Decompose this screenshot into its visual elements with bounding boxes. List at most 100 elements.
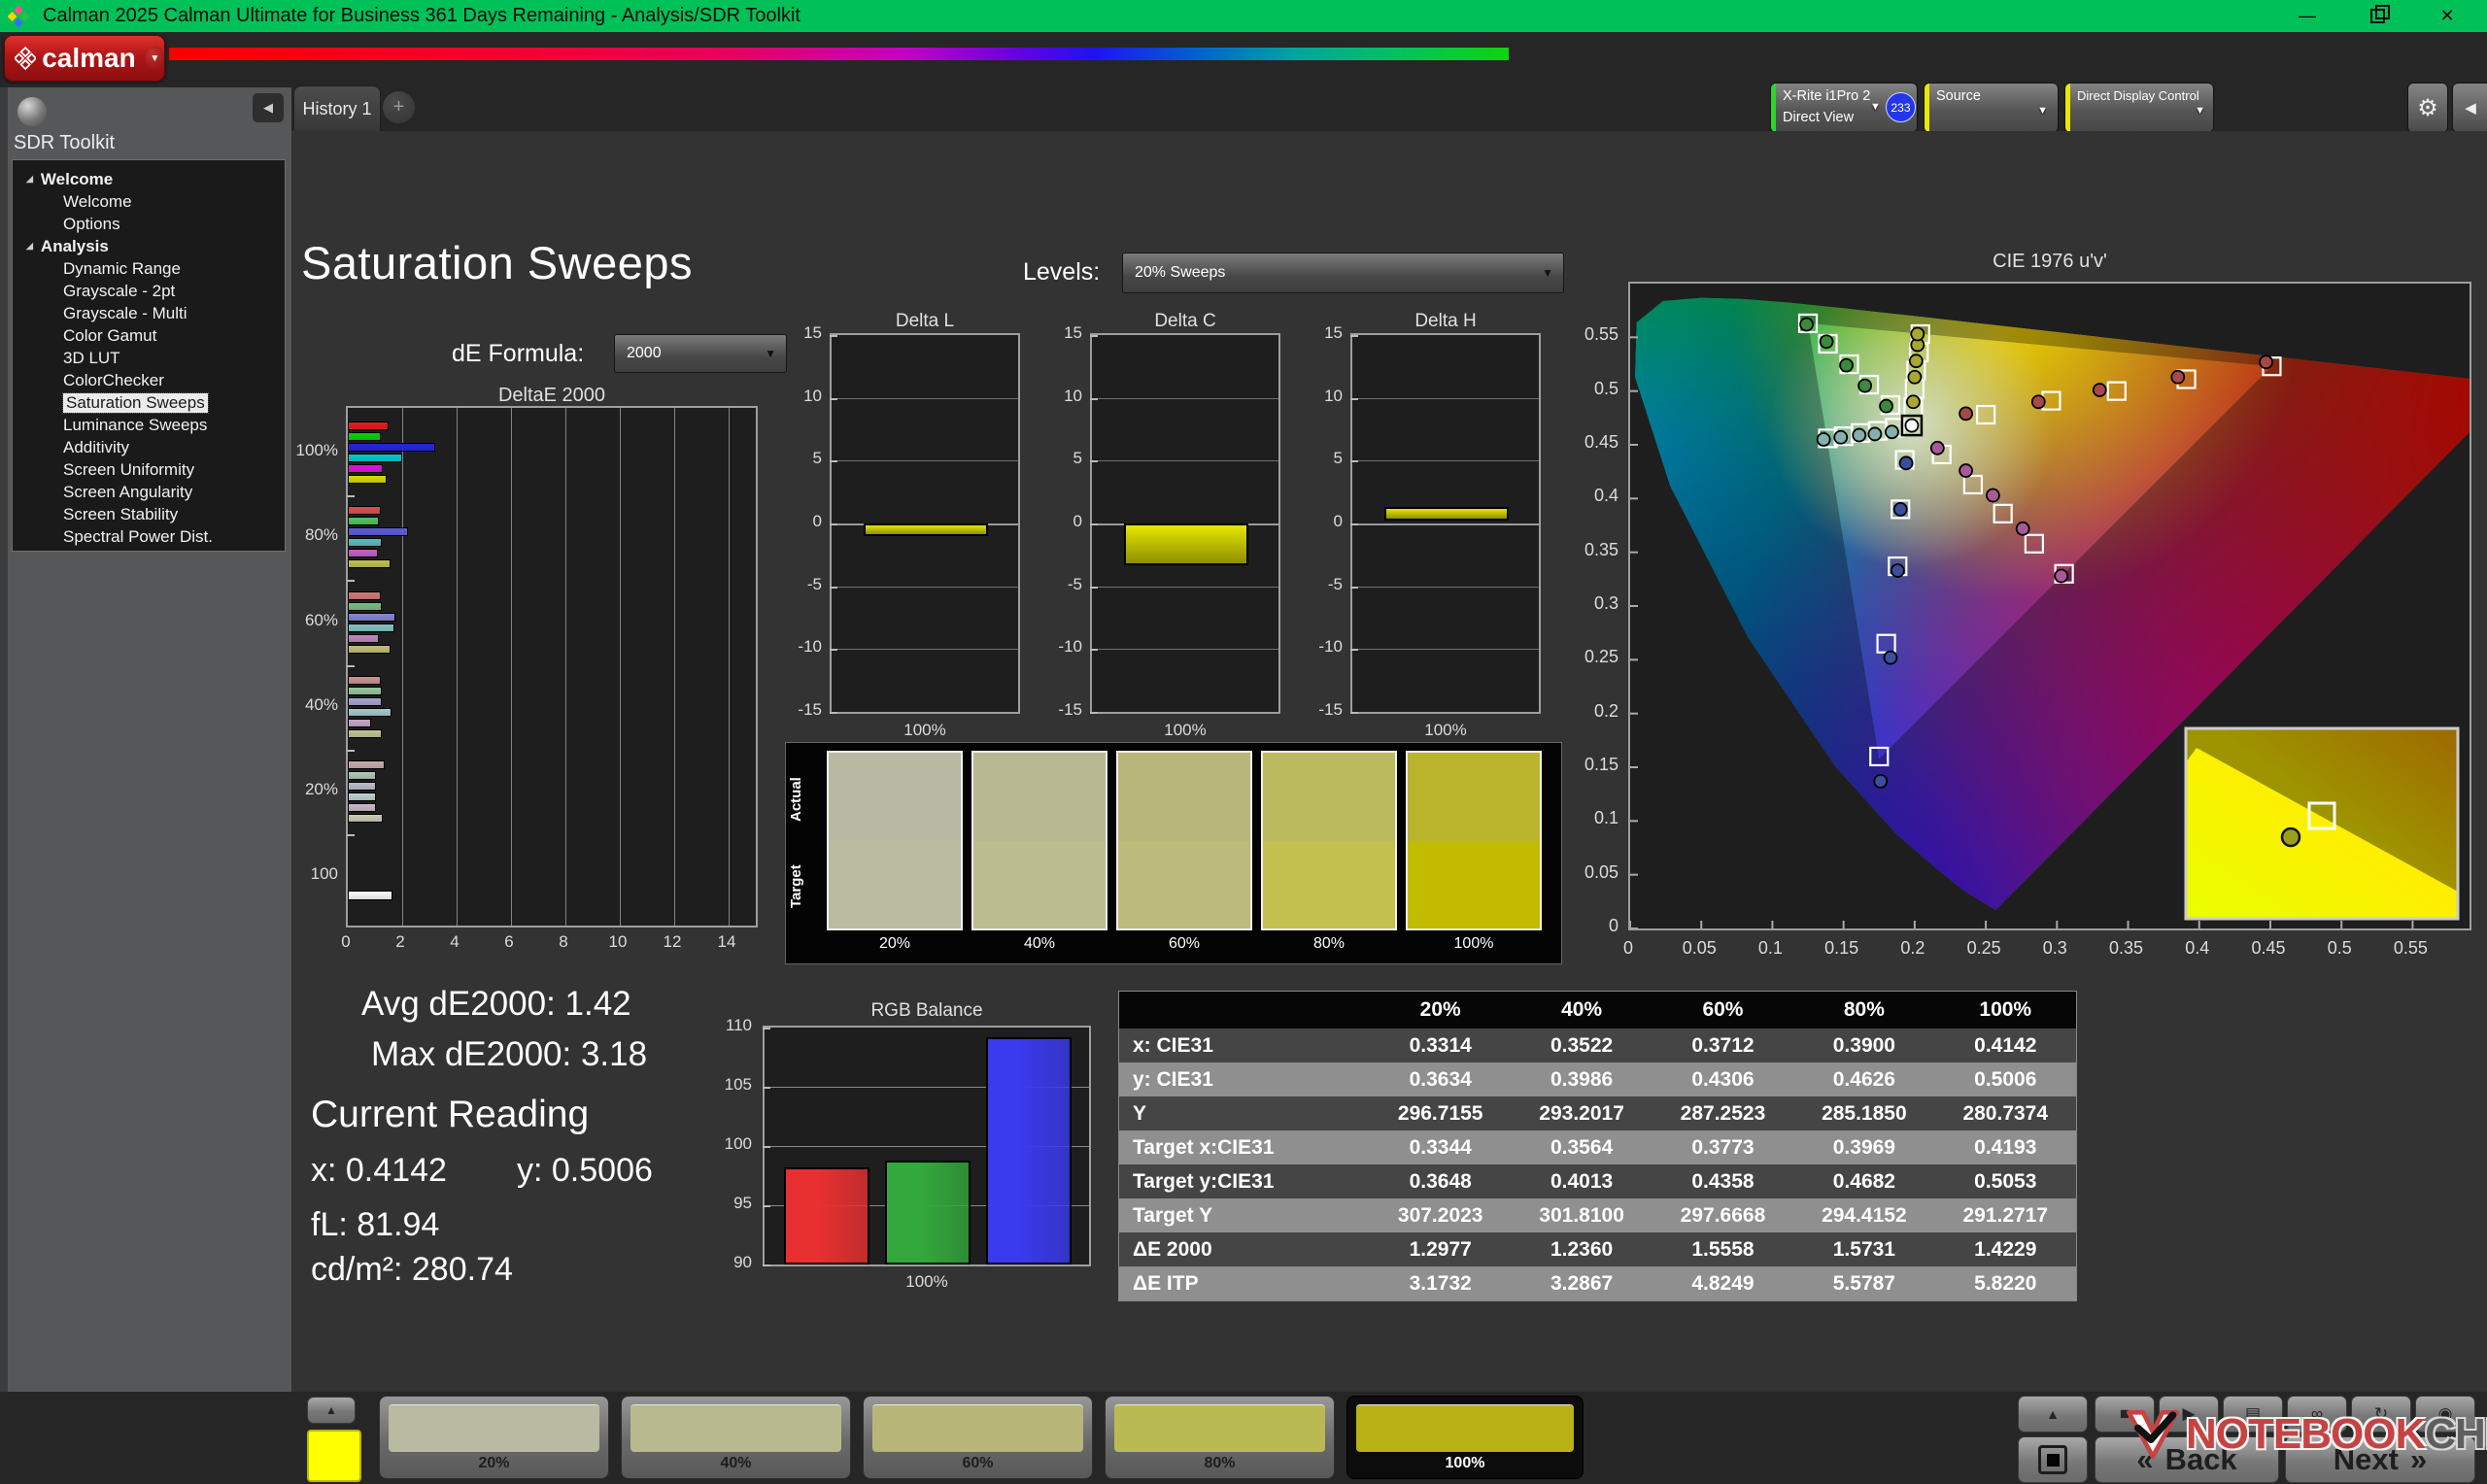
rgb-balance-title: RGB Balance bbox=[870, 1000, 983, 1021]
gridline bbox=[832, 649, 1018, 651]
calman-menu-button[interactable]: calman ▼ bbox=[4, 35, 165, 82]
x-category-label: 100% bbox=[903, 721, 946, 739]
window-title: Calman 2025 Calman Ultimate for Business… bbox=[43, 5, 801, 26]
table-cell: 3.1732 bbox=[1409, 1271, 1472, 1295]
tree-item-options[interactable]: Options bbox=[13, 213, 285, 235]
table-cell: 291.2717 bbox=[1962, 1203, 2049, 1227]
table-header-cell: 40% bbox=[1561, 998, 1603, 1021]
table-cell: 5.5787 bbox=[1832, 1271, 1895, 1295]
cie-x-tick: 0.3 bbox=[2042, 938, 2067, 958]
patch-button-80%[interactable]: 80% bbox=[1105, 1396, 1335, 1479]
current-reading-label: Current Reading bbox=[311, 1094, 590, 1135]
tab-history-1[interactable]: History 1 bbox=[293, 85, 381, 132]
meter-up-button[interactable]: ▲ bbox=[2018, 1396, 2088, 1433]
bar-yellow bbox=[348, 814, 384, 823]
tree-item-dynamic-range[interactable]: Dynamic Range bbox=[13, 257, 285, 280]
tree-item-luminance-sweeps[interactable]: Luminance Sweeps bbox=[13, 414, 285, 436]
axis-tick bbox=[1090, 397, 1098, 400]
patch-button-40%[interactable]: 40% bbox=[621, 1396, 851, 1479]
table-cell: 3.2867 bbox=[1550, 1271, 1614, 1295]
cie-chart-title: CIE 1976 u'v' bbox=[1993, 251, 2107, 272]
levels-dropdown[interactable]: 20% Sweeps ▼ bbox=[1122, 253, 1564, 293]
tree-item-colorchecker[interactable]: ColorChecker bbox=[13, 369, 285, 391]
calman-diamond-icon bbox=[15, 46, 37, 71]
tree-item-welcome[interactable]: Welcome bbox=[13, 190, 285, 213]
axis-tick bbox=[763, 1205, 770, 1207]
tree-item-screen-uniformity[interactable]: Screen Uniformity bbox=[13, 458, 285, 481]
tree-item-screen-angularity[interactable]: Screen Angularity bbox=[13, 481, 285, 503]
refresh-button[interactable]: ↻ bbox=[2351, 1396, 2411, 1433]
tree-expander-icon[interactable]: ◢ bbox=[26, 174, 33, 185]
bar-yellow bbox=[348, 645, 391, 654]
rgb-bar-green bbox=[885, 1160, 971, 1265]
table-row-label: ΔE 2000 bbox=[1133, 1237, 1212, 1261]
tree-item-color-gamut[interactable]: Color Gamut bbox=[13, 324, 285, 347]
display-control-dropdown[interactable]: Direct Display Control ▼ bbox=[2064, 83, 2214, 133]
table-cell: 307.2023 bbox=[1397, 1203, 1483, 1227]
reading-fl: fL: 81.94 bbox=[311, 1206, 440, 1243]
bar-blue bbox=[348, 527, 408, 536]
tree-item-3d-lut[interactable]: 3D LUT bbox=[13, 347, 285, 369]
gridline bbox=[1092, 649, 1278, 651]
stop-button[interactable]: ■ bbox=[2095, 1396, 2155, 1433]
group-label: 100 bbox=[310, 864, 338, 883]
tree-item-spectral-power-dist-[interactable]: Spectral Power Dist. bbox=[13, 525, 285, 548]
add-tab-button[interactable]: + bbox=[383, 91, 415, 123]
settings-button[interactable]: ⚙ bbox=[2407, 83, 2448, 133]
close-button[interactable]: ✕ bbox=[2425, 0, 2470, 32]
sphere-button[interactable] bbox=[17, 97, 47, 126]
minimize-button[interactable]: — bbox=[2285, 0, 2330, 32]
meter-line1: X-Rite i1Pro 2 bbox=[1783, 88, 1871, 104]
back-button[interactable]: « Back bbox=[2095, 1436, 2279, 1483]
tree-item-grayscale-multi[interactable]: Grayscale - Multi bbox=[13, 302, 285, 324]
tree-item-saturation-sweeps[interactable]: Saturation Sweeps bbox=[13, 391, 285, 414]
y-tick-label: -5 bbox=[806, 574, 822, 593]
table-row-label: Target Y bbox=[1133, 1203, 1213, 1227]
axis-tick bbox=[830, 586, 837, 589]
continuous-button[interactable]: ∞ bbox=[2287, 1396, 2347, 1433]
table-cell: 293.2017 bbox=[1539, 1101, 1624, 1125]
rgb-bar-red bbox=[784, 1166, 869, 1265]
stop-icon bbox=[2038, 1445, 2067, 1474]
patch-button-20%[interactable]: 20% bbox=[379, 1396, 609, 1479]
rgb-x-label: 100% bbox=[905, 1272, 948, 1291]
de-formula-value: 2000 bbox=[627, 345, 662, 361]
restore-button[interactable] bbox=[2355, 0, 2400, 32]
tree-item-analysis[interactable]: ◢ Analysis bbox=[13, 235, 285, 257]
table-row: Target Y 307.2023 301.8100 297.6668 294.4152… bbox=[1119, 1198, 2076, 1232]
tree-item-additivity[interactable]: Additivity bbox=[13, 436, 285, 458]
panel-collapse-button[interactable]: ◀ bbox=[2452, 83, 2487, 133]
meter-status-stripe bbox=[1771, 84, 1776, 132]
meter-dropdown[interactable]: X-Rite i1Pro 2 Direct View ▼ 233 bbox=[1770, 83, 1918, 133]
patch-panel-expand-button[interactable]: ▲ bbox=[307, 1397, 356, 1424]
record-button[interactable]: ◉ bbox=[2415, 1396, 2475, 1433]
delta-c-plot bbox=[1090, 333, 1280, 714]
list-button[interactable]: ▤ bbox=[2223, 1396, 2283, 1433]
stop-measure-button[interactable] bbox=[2018, 1436, 2088, 1483]
y-tick-label: -10 bbox=[798, 637, 822, 657]
sidebar-collapse-button[interactable]: ◀ bbox=[253, 93, 284, 122]
group-label: 100% bbox=[295, 441, 338, 459]
patch-swatch bbox=[389, 1404, 599, 1452]
next-button[interactable]: Next » bbox=[2285, 1436, 2475, 1483]
table-cell: 287.2523 bbox=[1680, 1101, 1766, 1125]
patch-button-60%[interactable]: 60% bbox=[863, 1396, 1093, 1479]
table-cell: 0.3986 bbox=[1550, 1067, 1614, 1091]
sidebar: ◀ SDR Toolkit ◢ Welcome Welcome Options ◢ Ana… bbox=[8, 87, 291, 1392]
source-dropdown[interactable]: Source ▼ bbox=[1924, 83, 2059, 133]
table-row: Target x:CIE31 0.3344 0.3564 0.3773 0.3969 0.… bbox=[1119, 1130, 2076, 1164]
gridline bbox=[1352, 649, 1539, 651]
cie-y-tick: 0.25 bbox=[1584, 647, 1618, 667]
tree-item-grayscale-2pt[interactable]: Grayscale - 2pt bbox=[13, 280, 285, 302]
de-formula-dropdown[interactable]: 2000 ▼ bbox=[614, 334, 787, 373]
axis-tick bbox=[347, 580, 355, 582]
x-tick-label: 8 bbox=[559, 932, 568, 951]
patch-button-100%[interactable]: 100% bbox=[1346, 1396, 1584, 1479]
play-button[interactable]: ▶ bbox=[2159, 1396, 2219, 1433]
y-tick-label: 0 bbox=[1333, 512, 1343, 530]
table-row: ΔE ITP 3.1732 3.2867 4.8249 5.5787 5.8220 bbox=[1119, 1266, 2076, 1300]
tree-item-screen-stability[interactable]: Screen Stability bbox=[13, 503, 285, 525]
tree-item-welcome[interactable]: ◢ Welcome bbox=[13, 168, 285, 190]
tree-expander-icon[interactable]: ◢ bbox=[26, 241, 33, 252]
calman-window: Calman 2025 Calman Ultimate for Business… bbox=[0, 0, 2487, 1484]
